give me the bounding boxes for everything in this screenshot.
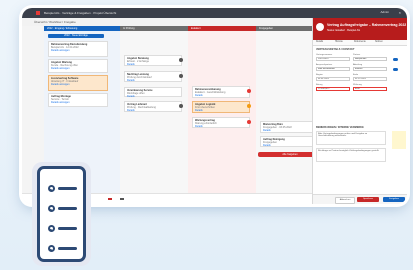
status-dot [179, 58, 183, 62]
check-circle-icon [48, 225, 55, 232]
task-card-highlighted[interactable]: Angebot Logistik Frist überschritten Det… [192, 101, 251, 113]
currency-field[interactable]: EUR [353, 87, 387, 91]
user-name[interactable]: Admin [380, 10, 389, 14]
check-circle-icon [48, 185, 55, 192]
card-link[interactable]: Details [127, 109, 179, 112]
task-card[interactable]: Vereinbarung Service Rückfrage offen Det… [124, 87, 182, 98]
section-title-details: VERTRAGSDETAILS / KONTAKT [316, 48, 355, 51]
cancel-button[interactable]: Abbrechen [335, 197, 355, 204]
contact-field[interactable]: Max Mustermann [316, 67, 350, 71]
card-link[interactable]: Details anzeigen [51, 83, 105, 86]
field-label: Ende [353, 74, 359, 76]
partner-field[interactable]: Beispiel AG [353, 57, 387, 61]
card-link[interactable]: Details anzeigen [51, 49, 105, 52]
text-line [58, 207, 77, 210]
task-card[interactable]: Wartungsvertrag Klärung erforderlich Det… [192, 117, 251, 128]
task-card[interactable]: Rahmenvertrag Dienstleistung Beispiel AG… [48, 41, 108, 57]
card-link[interactable]: Details anzeigen [51, 67, 105, 70]
panel-header: Vertrag Auftragsfreigabe – Rahmenvertrag… [313, 18, 407, 40]
amount-field[interactable]: 12.500,00 € [316, 87, 350, 91]
status-marker [108, 198, 112, 200]
tab-documents[interactable]: Dokumente [354, 41, 366, 43]
task-card[interactable]: Vertrag Lieferant Prüfung · Rechtsabteil… [124, 101, 183, 112]
column-escalated: Rahmenvereinbarung Eskaliert · Geschäfts… [188, 31, 256, 204]
text-line [58, 247, 77, 250]
record-icon [316, 23, 324, 31]
field-label: Beginn [316, 74, 323, 76]
status-dot [247, 120, 251, 124]
panel-footer: Abbrechen Speichern Freigeben [313, 194, 407, 204]
card-link[interactable]: Details anzeigen [51, 101, 105, 104]
task-card-highlighted[interactable]: Lizenzvertrag Software Abteilung IT · Fr… [48, 75, 108, 91]
section-title-notes: BEMERKUNGEN / INTERNE VERMERKE [316, 126, 364, 129]
detail-panel: Vertrag Auftragsfreigabe – Rahmenvertrag… [312, 18, 407, 204]
card-link[interactable]: Details [263, 144, 317, 147]
field-label: Vertragsnummer [316, 54, 333, 56]
app-title: Beispiel AG · Verträge & Freigaben · Pro… [44, 11, 117, 15]
app-logo-icon [36, 11, 40, 15]
panel-subtitle: Status: Eskaliert · Beispiel AG [327, 29, 361, 32]
end-date-field[interactable]: 31.12.2022 [353, 77, 387, 81]
status-dot [247, 89, 251, 93]
tab-history[interactable]: Historie [335, 41, 343, 43]
card-link[interactable]: Details [195, 94, 247, 97]
card-link[interactable]: Details [263, 129, 317, 132]
tab-notes[interactable]: Notizen [375, 41, 383, 43]
status-dot [179, 74, 183, 78]
card-link[interactable]: Details [127, 79, 179, 82]
contract-number-field[interactable]: 2022-0415 [316, 57, 350, 61]
text-line [58, 187, 77, 190]
status-marker [120, 198, 124, 200]
status-dot [179, 104, 183, 108]
task-card[interactable]: Auftrag Reinigung Freigegeben Details [260, 136, 321, 147]
panel-tabs: Details Historie Dokumente Notizen [313, 40, 407, 46]
task-card[interactable]: Rahmenvereinbarung Eskaliert · Geschäfts… [192, 86, 251, 98]
check-circle-icon [48, 205, 55, 212]
card-link[interactable]: Details [195, 125, 247, 128]
toggle-switch[interactable] [393, 68, 398, 71]
sticky-note [392, 131, 406, 149]
field-label: Partner [353, 54, 361, 56]
field-label: Betrag [316, 84, 323, 86]
start-date-field[interactable]: 01.01.2022 [316, 77, 350, 81]
card-link[interactable]: Details [127, 95, 179, 98]
close-icon[interactable]: × [399, 10, 401, 15]
column-review: Angebot Beratung Erfasst · 2 Anhänge Det… [120, 31, 188, 204]
app-titlebar: Beispiel AG · Verträge & Freigaben · Pro… [22, 8, 407, 18]
approve-button[interactable]: Freigeben [383, 197, 405, 202]
note-text[interactable]: Bitte Vertragsbedingungen prüfen und Fre… [316, 131, 386, 145]
text-line [58, 227, 77, 230]
task-card[interactable]: Angebot Beratung Erfasst · 2 Anhänge Det… [124, 55, 183, 66]
field-label: Abteilung [353, 64, 363, 66]
breadcrumb[interactable]: Übersicht / Workflow / Freigabe [34, 20, 76, 24]
department-field[interactable]: Einkauf [353, 67, 387, 71]
save-button[interactable]: Speichern [357, 197, 379, 202]
note-text[interactable]: Rückfrage an Partner bezüglich Zahlungsb… [316, 148, 386, 162]
toggle-switch[interactable] [393, 58, 398, 61]
card-link[interactable]: Details [195, 109, 247, 112]
task-card[interactable]: Nachtrag Leistung Prüfung durch Einkauf … [124, 71, 183, 82]
task-card[interactable]: Mietvertrag Büro Freigegeben · 03.05.202… [260, 121, 321, 133]
task-card[interactable]: Angebot Wartung Kunde · Rechnung offen D… [48, 59, 108, 73]
checklist-document-icon [37, 166, 86, 262]
task-card[interactable]: Auftrag Montage Service · Termin Details… [48, 93, 108, 107]
field-label: Ansprechpartner [316, 64, 333, 66]
field-label: Währung [353, 84, 362, 86]
status-dot [247, 104, 251, 108]
tab-details[interactable]: Details [316, 41, 323, 43]
column-filter-pill[interactable]: 2022 · Neue Einträge [48, 34, 104, 38]
check-circle-icon [48, 245, 55, 252]
panel-title: Vertrag Auftragsfreigabe – Rahmenvertrag… [327, 23, 407, 27]
card-link[interactable]: Details [127, 63, 179, 66]
